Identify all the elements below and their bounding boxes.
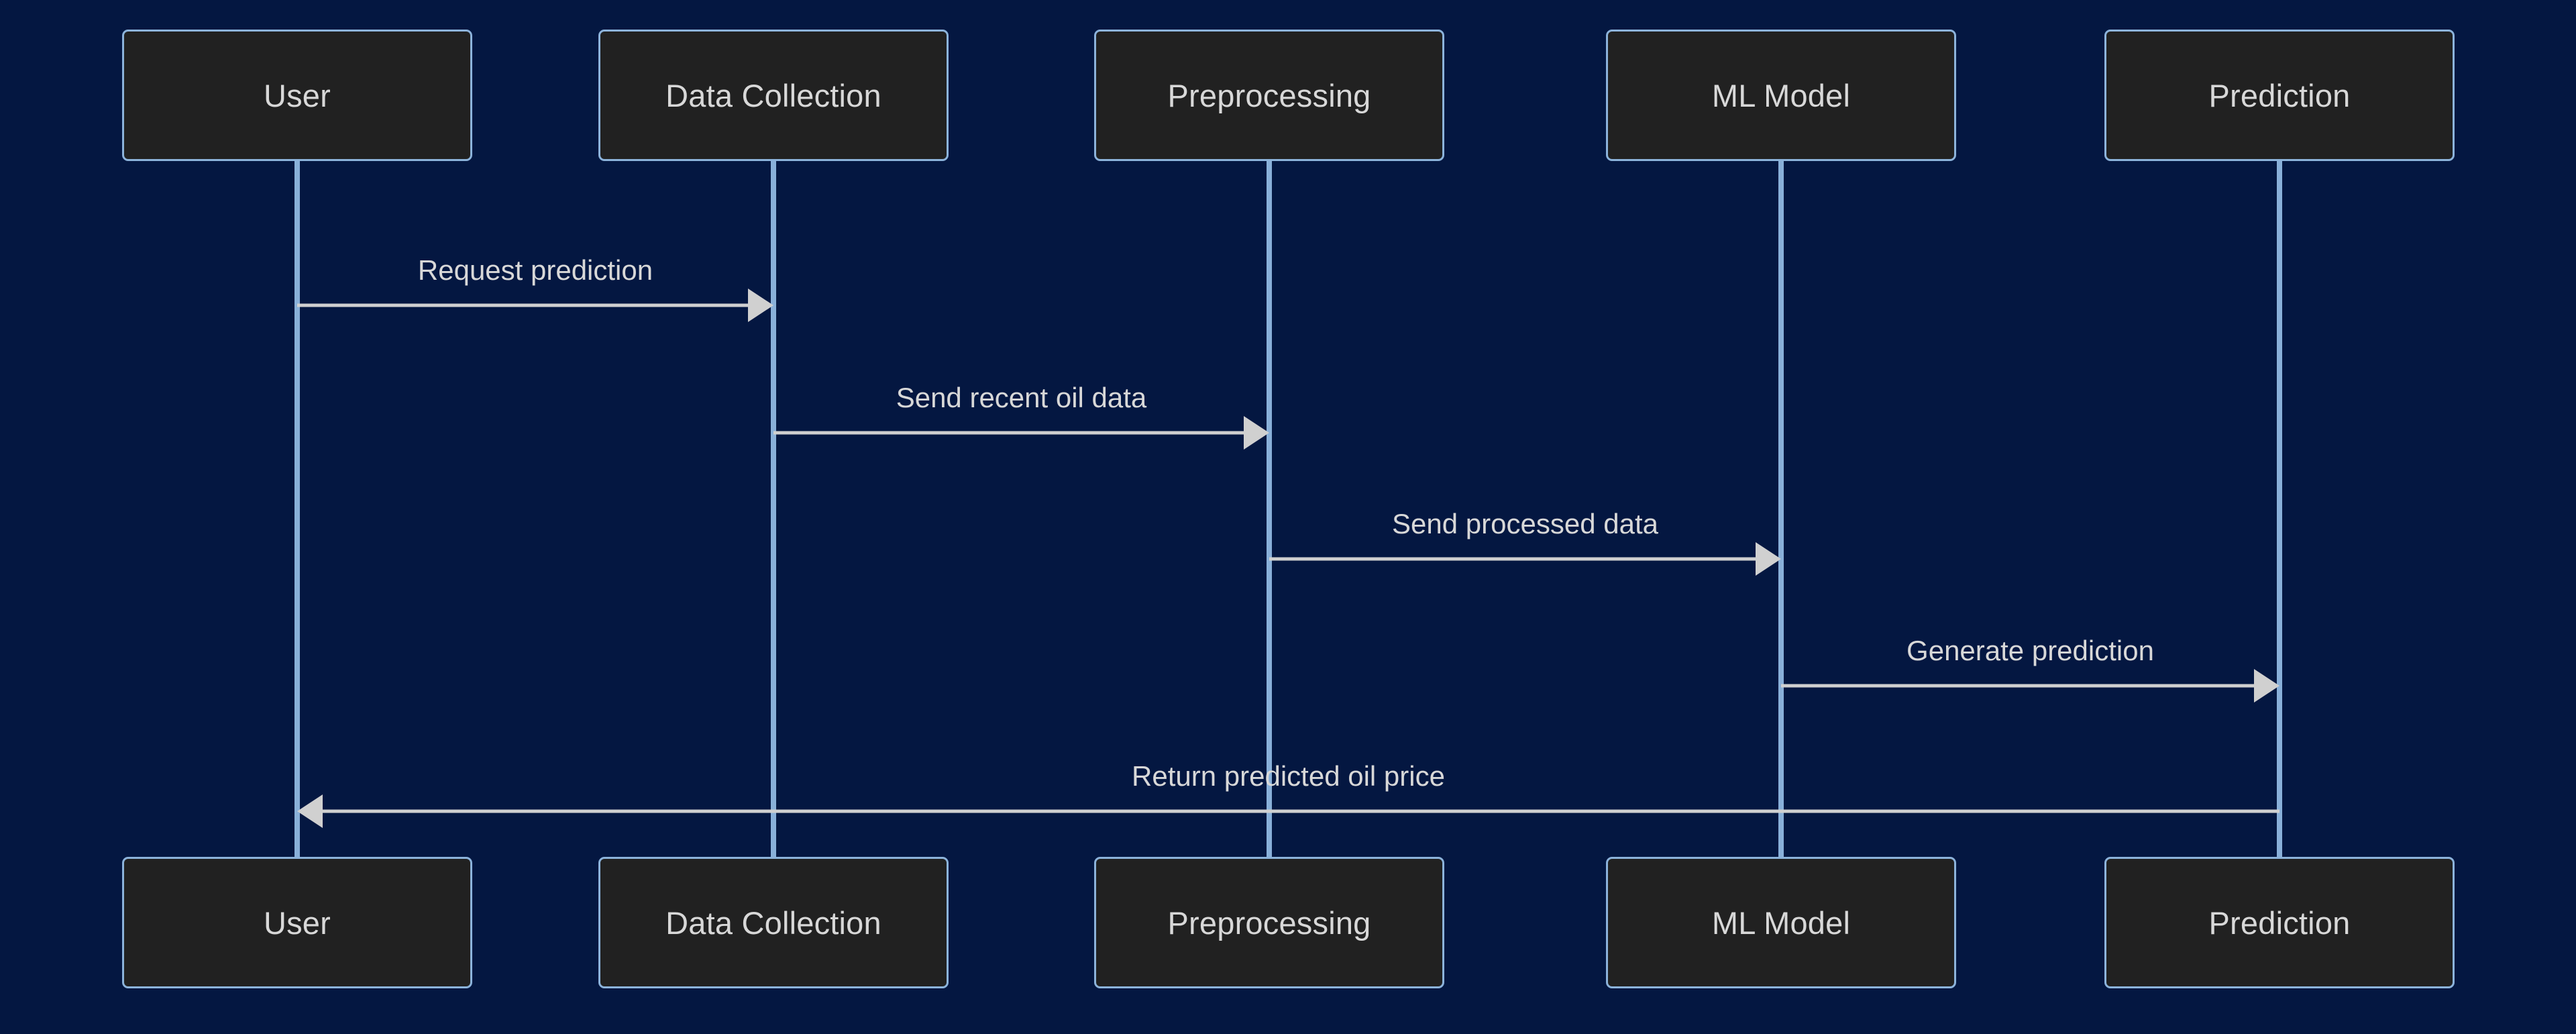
participant-label: ML Model (1711, 77, 1851, 113)
arrowhead-right (2254, 669, 2279, 703)
participant-label: Prediction (2208, 904, 2351, 941)
message-label: Request prediction (417, 254, 653, 286)
lifeline-prediction (2277, 161, 2282, 857)
message-label: Return predicted oil price (1132, 760, 1445, 792)
participant-box-top-preprocess[interactable]: Preprocessing (1094, 30, 1444, 161)
participant-box-top-prediction[interactable]: Prediction (2104, 30, 2455, 161)
participant-label: User (263, 77, 331, 113)
message-label: Send recent oil data (896, 382, 1147, 413)
message-label: Generate prediction (1907, 635, 2154, 666)
participant-box-top-data[interactable]: Data Collection (598, 30, 949, 161)
participant-label: Preprocessing (1167, 904, 1371, 941)
message-line (1781, 684, 2254, 688)
participant-label: Data Collection (665, 77, 881, 113)
message-line (1269, 557, 1756, 561)
arrowhead-left (297, 794, 323, 828)
sequence-diagram-canvas: User User Data Collection Data Collection Pr… (0, 0, 2576, 1034)
arrowhead-right (1244, 416, 1269, 450)
message-line (773, 431, 1244, 435)
participant-box-top-mlmodel[interactable]: ML Model (1606, 30, 1956, 161)
participant-box-bottom-user[interactable]: User (122, 857, 472, 988)
participant-label: User (263, 904, 331, 941)
participant-box-top-user[interactable]: User (122, 30, 472, 161)
participant-box-bottom-preprocess[interactable]: Preprocessing (1094, 857, 1444, 988)
message-line (297, 303, 748, 307)
participant-label: ML Model (1711, 904, 1851, 941)
participant-label: Data Collection (665, 904, 881, 941)
participant-box-bottom-mlmodel[interactable]: ML Model (1606, 857, 1956, 988)
participant-label: Preprocessing (1167, 77, 1371, 113)
participant-box-bottom-prediction[interactable]: Prediction (2104, 857, 2455, 988)
arrowhead-right (748, 289, 773, 322)
message-label: Send processed data (1392, 508, 1658, 539)
arrowhead-right (1756, 542, 1781, 576)
participant-box-bottom-data[interactable]: Data Collection (598, 857, 949, 988)
message-line (323, 809, 2279, 813)
participant-label: Prediction (2208, 77, 2351, 113)
